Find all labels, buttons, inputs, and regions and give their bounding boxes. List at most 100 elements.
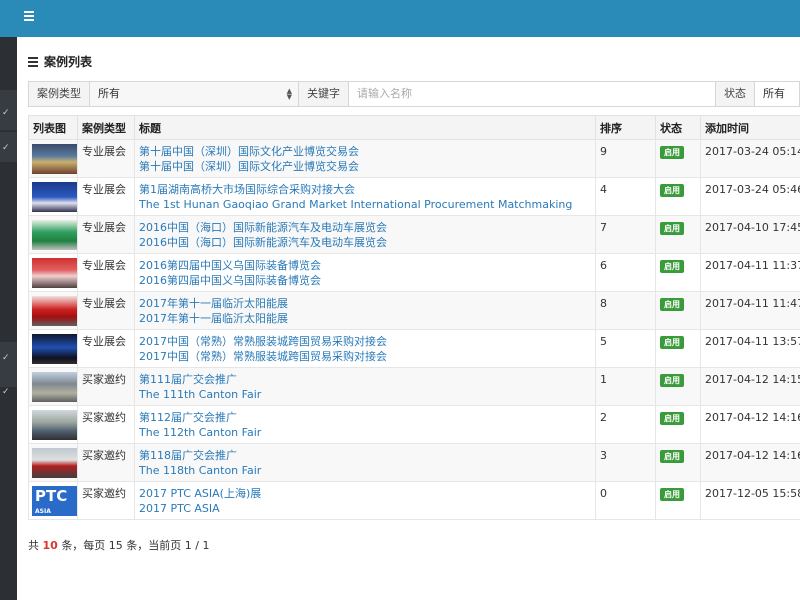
keyword-input[interactable]: 请输入名称 bbox=[349, 82, 716, 106]
order-cell: 1 bbox=[595, 367, 656, 406]
time-cell: 2017-04-11 11:37 bbox=[700, 253, 800, 292]
title-link-cn[interactable]: 第111届广交会推广 bbox=[139, 372, 591, 387]
title-link-en[interactable]: The 111th Canton Fair bbox=[139, 387, 591, 402]
title-link-cn[interactable]: 第1届湖南高桥大市场国际综合采购对接大会 bbox=[139, 182, 591, 197]
case-type-label: 案例类型 bbox=[29, 82, 90, 106]
status-badge: 启用 bbox=[660, 146, 684, 159]
case-thumbnail[interactable] bbox=[32, 334, 77, 364]
case-thumbnail[interactable] bbox=[32, 182, 77, 212]
chevron-icon: ✓ bbox=[2, 108, 10, 118]
title-cell: 2016第四届中国义乌国际装备博览会 2016第四届中国义乌国际装备博览会 bbox=[134, 253, 596, 292]
title-link-en[interactable]: 2017中国（常熟）常熟服装城跨国贸易采购对接会 bbox=[139, 349, 591, 364]
title-link-cn[interactable]: 第118届广交会推广 bbox=[139, 448, 591, 463]
time-cell: 2017-03-24 05:14 bbox=[700, 139, 800, 178]
title-link-cn[interactable]: 2017年第十一届临沂太阳能展 bbox=[139, 296, 591, 311]
title-cell: 2017年第十一届临沂太阳能展 2017年第十一届临沂太阳能展 bbox=[134, 291, 596, 330]
title-link-en[interactable]: 2016第四届中国义乌国际装备博览会 bbox=[139, 273, 591, 288]
status-cell: 启用 bbox=[655, 215, 701, 254]
time-cell: 2017-04-11 13:57 bbox=[700, 329, 800, 368]
thumb-cell bbox=[28, 405, 78, 444]
table-header-row: 列表图 案例类型 标题 排序 状态 添加时间 bbox=[28, 115, 800, 140]
status-cell: 启用 bbox=[655, 253, 701, 292]
filter-bar: 案例类型 所有 ▲ ▼ 关键字 请输入名称 状态 所有 bbox=[28, 81, 800, 107]
status-badge: 启用 bbox=[660, 488, 684, 501]
time-cell: 2017-04-11 11:47 bbox=[700, 291, 800, 330]
title-cell: 第111届广交会推广 The 111th Canton Fair bbox=[134, 367, 596, 406]
pager-suffix: 条，每页 15 条，当前页 1 / 1 bbox=[61, 539, 210, 552]
title-link-en[interactable]: 第十届中国（深圳）国际文化产业博览交易会 bbox=[139, 159, 591, 174]
select-arrows-icon: ▲ ▼ bbox=[286, 87, 292, 101]
main-content: 案例列表 案例类型 所有 ▲ ▼ 关键字 请输入名称 状态 所有 列表图 案例类型… bbox=[17, 37, 800, 600]
order-cell: 2 bbox=[595, 405, 656, 444]
title-link-cn[interactable]: 第十届中国（深圳）国际文化产业博览交易会 bbox=[139, 144, 591, 159]
chevron-icon: ✓ bbox=[2, 143, 10, 153]
order-cell: 6 bbox=[595, 253, 656, 292]
case-thumbnail[interactable] bbox=[32, 372, 77, 402]
col-header-status: 状态 bbox=[655, 115, 701, 140]
status-cell: 启用 bbox=[655, 405, 701, 444]
case-thumbnail[interactable] bbox=[32, 448, 77, 478]
status-cell: 启用 bbox=[655, 443, 701, 482]
type-cell: 买家邀约 bbox=[77, 481, 135, 520]
title-cell: 2016中国（海口）国际新能源汽车及电动车展览会 2016中国（海口）国际新能源汽… bbox=[134, 215, 596, 254]
thumb-cell bbox=[28, 367, 78, 406]
title-link-cn[interactable]: 2017中国（常熟）常熟服装城跨国贸易采购对接会 bbox=[139, 334, 591, 349]
table-row: 买家邀约 第111届广交会推广 The 111th Canton Fair 1 启用 20… bbox=[28, 367, 800, 406]
case-type-select[interactable]: 所有 ▲ ▼ bbox=[90, 82, 299, 106]
list-icon bbox=[28, 56, 38, 67]
status-badge: 启用 bbox=[660, 450, 684, 463]
page-title: 案例列表 bbox=[28, 53, 92, 69]
type-cell: 买家邀约 bbox=[77, 443, 135, 482]
status-cell: 启用 bbox=[655, 367, 701, 406]
title-link-en[interactable]: 2016中国（海口）国际新能源汽车及电动车展览会 bbox=[139, 235, 591, 250]
order-cell: 7 bbox=[595, 215, 656, 254]
table-row: 买家邀约 第118届广交会推广 The 118th Canton Fair 3 启用 20… bbox=[28, 443, 800, 482]
table-row: 专业展会 2016中国（海口）国际新能源汽车及电动车展览会 2016中国（海口）国际… bbox=[28, 215, 800, 254]
status-select[interactable]: 所有 bbox=[755, 82, 793, 106]
order-cell: 8 bbox=[595, 291, 656, 330]
title-link-cn[interactable]: 2017 PTC ASIA(上海)展 bbox=[139, 486, 591, 501]
chevron-icon: ✓ bbox=[2, 353, 10, 363]
title-cell: 第118届广交会推广 The 118th Canton Fair bbox=[134, 443, 596, 482]
type-cell: 专业展会 bbox=[77, 139, 135, 178]
thumb-cell bbox=[28, 291, 78, 330]
case-thumbnail[interactable] bbox=[32, 296, 77, 326]
sidebar-item[interactable] bbox=[0, 342, 17, 387]
title-link-en[interactable]: 2017年第十一届临沂太阳能展 bbox=[139, 311, 591, 326]
case-thumbnail[interactable] bbox=[32, 258, 77, 288]
status-badge: 启用 bbox=[660, 336, 684, 349]
title-link-en[interactable]: The 118th Canton Fair bbox=[139, 463, 591, 478]
status-badge: 启用 bbox=[660, 260, 684, 273]
title-cell: 第十届中国（深圳）国际文化产业博览交易会 第十届中国（深圳）国际文化产业博览交易会 bbox=[134, 139, 596, 178]
title-link-en[interactable]: The 112th Canton Fair bbox=[139, 425, 591, 440]
title-cell: 第112届广交会推广 The 112th Canton Fair bbox=[134, 405, 596, 444]
col-header-order: 排序 bbox=[595, 115, 656, 140]
status-badge: 启用 bbox=[660, 298, 684, 311]
case-thumbnail[interactable] bbox=[32, 220, 77, 250]
type-cell: 专业展会 bbox=[77, 253, 135, 292]
table-row: 专业展会 第1届湖南高桥大市场国际综合采购对接大会 The 1st Hunan Ga… bbox=[28, 177, 800, 216]
title-link-en[interactable]: 2017 PTC ASIA bbox=[139, 501, 591, 516]
thumb-cell bbox=[28, 253, 78, 292]
case-thumbnail[interactable]: PTC ASIA bbox=[32, 486, 77, 516]
status-cell: 启用 bbox=[655, 329, 701, 368]
status-cell: 启用 bbox=[655, 291, 701, 330]
menu-toggle-icon[interactable] bbox=[24, 11, 38, 25]
time-cell: 2017-04-12 14:16 bbox=[700, 405, 800, 444]
pager-prefix: 共 bbox=[28, 539, 39, 552]
title-link-cn[interactable]: 2016第四届中国义乌国际装备博览会 bbox=[139, 258, 591, 273]
status-cell: 启用 bbox=[655, 139, 701, 178]
title-link-cn[interactable]: 第112届广交会推广 bbox=[139, 410, 591, 425]
ptc-logo-subtext: ASIA bbox=[35, 508, 51, 515]
title-cell: 2017中国（常熟）常熟服装城跨国贸易采购对接会 2017中国（常熟）常熟服装城跨… bbox=[134, 329, 596, 368]
case-thumbnail[interactable] bbox=[32, 144, 77, 174]
col-header-title: 标题 bbox=[134, 115, 596, 140]
table-row: 专业展会 2017年第十一届临沂太阳能展 2017年第十一届临沂太阳能展 8 启用 201… bbox=[28, 291, 800, 330]
table-row: PTC ASIA 买家邀约 2017 PTC ASIA(上海)展 2017 PTC AS… bbox=[28, 481, 800, 520]
title-link-en[interactable]: The 1st Hunan Gaoqiao Grand Market Inter… bbox=[139, 197, 591, 212]
title-link-cn[interactable]: 2016中国（海口）国际新能源汽车及电动车展览会 bbox=[139, 220, 591, 235]
status-cell: 启用 bbox=[655, 481, 701, 520]
pagination-info: 共 10 条，每页 15 条，当前页 1 / 1 bbox=[28, 537, 210, 553]
case-thumbnail[interactable] bbox=[32, 410, 77, 440]
thumb-cell: PTC ASIA bbox=[28, 481, 78, 520]
